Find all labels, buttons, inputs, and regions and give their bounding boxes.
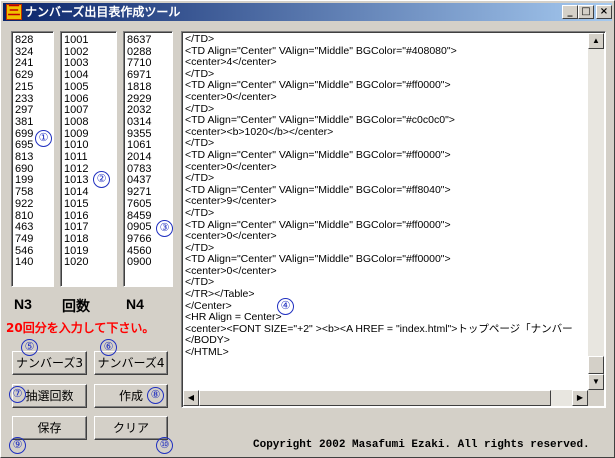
code-line: <center>0</center> [185, 90, 277, 103]
n3-list-item: 749 [15, 232, 34, 245]
draw-list-item: 1005 [64, 80, 89, 93]
marker-9-icon: ⑨ [9, 437, 26, 454]
horizontal-scroll-thumb[interactable] [199, 390, 551, 406]
code-line: </TD> [185, 172, 215, 185]
n3-list-item: 381 [15, 115, 34, 128]
code-line: <center><FONT SIZE="+2" ><b><A HREF = "i… [185, 322, 573, 335]
n4-results-input[interactable]: 8637 0288 7710 6971 1818 2929 2032 0314 9355 1061… [123, 31, 173, 287]
code-line: <center>9</center> [185, 195, 277, 208]
code-line: <TD Align="Center" VAlign="Middle" BGCol… [185, 114, 455, 127]
draws-label: 回数 [62, 298, 90, 314]
minimize-button[interactable]: _ [562, 5, 578, 19]
app-icon[interactable]: 三 [6, 4, 22, 20]
app-window: 三 ナンバーズ出目表作成ツール _ □ × 828 324 241 629 215 233… [0, 0, 615, 458]
html-output-textarea[interactable]: </TD> <TD Align="Center" VAlign="Middle" … [181, 31, 606, 408]
input-warning-text: 20回分を入力して下さい。 [6, 321, 155, 335]
draw-list-item: 1018 [64, 232, 89, 245]
marker-10-icon: ⑩ [156, 437, 173, 454]
code-line: <center><b>1020</b></center> [185, 125, 334, 138]
n4-list-item: 1818 [127, 80, 152, 93]
copyright-text: Copyright 2002 Masafumi Ezaki. All right… [253, 439, 590, 451]
draw-list-item: 1015 [64, 197, 89, 210]
vertical-scrollbar[interactable]: ▲ ▼ [588, 33, 604, 390]
maximize-button[interactable]: □ [578, 5, 594, 19]
code-line: <center>0</center> [185, 264, 277, 277]
draw-list-item: 1020 [64, 256, 89, 269]
n3-list-item: 140 [15, 256, 34, 269]
code-line: <center>0</center> [185, 160, 277, 173]
scroll-up-icon[interactable]: ▲ [588, 33, 604, 49]
marker-8-icon: ⑧ [147, 387, 164, 404]
close-button[interactable]: × [596, 5, 612, 19]
code-line: </TR></Table> [185, 288, 255, 301]
n3-results-input[interactable]: 828 324 241 629 215 233 297 381 699 695 813 690 199 7… [11, 31, 54, 287]
save-button[interactable]: 保存 [12, 416, 87, 440]
numbers3-button[interactable]: ナンバーズ3 [12, 351, 87, 375]
n3-label: N3 [14, 296, 32, 312]
n3-list-item: 828 [15, 34, 34, 46]
n3-list-item: 813 [15, 151, 34, 164]
scroll-left-icon[interactable]: ◀ [183, 390, 199, 406]
clear-button[interactable]: クリア [94, 416, 168, 440]
draw-list-item: 1001 [64, 34, 89, 46]
marker-3-icon: ③ [156, 220, 173, 237]
draw-number-input[interactable]: 1001 1002 1003 1004 1005 1006 1007 1008 1009 1010… [60, 31, 117, 287]
draw-list-item: 1008 [64, 115, 89, 128]
n3-list-item: 922 [15, 197, 34, 210]
code-line: <center>4</center> [185, 56, 277, 69]
marker-6-icon: ⑥ [100, 339, 117, 356]
code-line: </TD> [185, 206, 215, 219]
scroll-down-icon[interactable]: ▼ [588, 374, 604, 390]
n4-list-item: 0314 [127, 115, 152, 128]
marker-2-icon: ② [93, 171, 110, 188]
code-line: <TD Align="Center" VAlign="Middle" BGCol… [185, 148, 451, 161]
horizontal-scrollbar[interactable]: ◀ ▶ [183, 390, 588, 406]
code-line: </BODY> [185, 334, 230, 347]
window-title: ナンバーズ出目表作成ツール [25, 5, 181, 19]
n4-list-item: 2014 [127, 151, 152, 164]
code-line: <center>0</center> [185, 230, 277, 243]
scroll-right-icon[interactable]: ▶ [572, 390, 588, 406]
n4-list-item: 7605 [127, 197, 152, 210]
n3-list-item: 215 [15, 80, 34, 93]
marker-1-icon: ① [35, 130, 52, 147]
draw-list-item: 1011 [64, 151, 88, 164]
marker-4-icon: ④ [277, 298, 294, 315]
title-bar[interactable]: 三 ナンバーズ出目表作成ツール _ □ × [3, 3, 612, 21]
code-line: </TD> [185, 33, 215, 45]
marker-7-icon: ⑦ [9, 386, 26, 403]
n4-list-item: 0900 [127, 256, 152, 269]
code-line: </HTML> [185, 346, 229, 359]
n4-label: N4 [126, 296, 144, 312]
marker-5-icon: ⑤ [21, 339, 38, 356]
scrollbar-corner [588, 390, 604, 406]
vertical-scroll-thumb[interactable] [588, 356, 604, 374]
n4-list-item: 8637 [127, 34, 152, 46]
